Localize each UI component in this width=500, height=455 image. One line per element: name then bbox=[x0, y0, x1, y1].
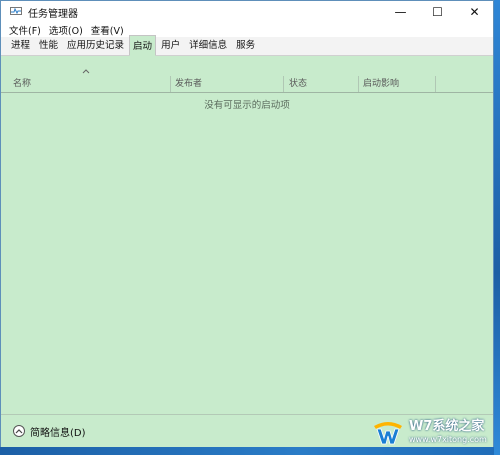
close-icon: ✕ bbox=[469, 5, 480, 19]
desktop-background bbox=[494, 0, 500, 455]
site-watermark: W7系统之家 www.w7xitong.com bbox=[371, 415, 495, 449]
window-title: 任务管理器 bbox=[28, 8, 78, 20]
column-status[interactable]: 状态 bbox=[285, 76, 357, 92]
column-startup-impact[interactable]: 启动影响 bbox=[359, 76, 435, 92]
task-manager-window: 任务管理器 — ☐ ✕ 文件(F) 选项(O) 查看(V) 进程 性能 应用历史… bbox=[0, 0, 494, 447]
minimize-icon: — bbox=[394, 5, 407, 19]
close-button[interactable]: ✕ bbox=[456, 1, 493, 23]
tab-processes[interactable]: 进程 bbox=[7, 34, 34, 55]
tab-performance[interactable]: 性能 bbox=[35, 34, 62, 55]
tab-app-history[interactable]: 应用历史记录 bbox=[63, 34, 128, 55]
maximize-icon: ☐ bbox=[432, 5, 443, 19]
title-bar[interactable]: 任务管理器 — ☐ ✕ bbox=[1, 1, 493, 23]
sort-ascending-icon[interactable] bbox=[82, 68, 90, 74]
tab-startup[interactable]: 启动 bbox=[129, 35, 157, 56]
w7-logo-icon bbox=[371, 416, 405, 448]
table-header: 名称 发布者 状态 启动影响 bbox=[1, 76, 493, 93]
tab-bar: 进程 性能 应用历史记录 启动 用户 详细信息 服务 bbox=[1, 34, 493, 56]
chevron-up-icon[interactable] bbox=[13, 425, 25, 437]
column-publisher[interactable]: 发布者 bbox=[171, 76, 281, 92]
tab-users[interactable]: 用户 bbox=[157, 34, 184, 55]
watermark-title: W7系统之家 bbox=[409, 419, 485, 434]
minimize-button[interactable]: — bbox=[382, 1, 419, 23]
empty-state-message: 没有可显示的启动项 bbox=[204, 100, 290, 111]
tab-details[interactable]: 详细信息 bbox=[185, 34, 231, 55]
tab-services[interactable]: 服务 bbox=[232, 34, 259, 55]
maximize-button[interactable]: ☐ bbox=[419, 1, 456, 23]
task-manager-icon bbox=[10, 7, 22, 17]
watermark-url: www.w7xitong.com bbox=[409, 435, 487, 444]
fewer-details-link[interactable]: 简略信息(D) bbox=[30, 424, 86, 439]
column-name[interactable]: 名称 bbox=[9, 76, 169, 92]
startup-panel: 名称 发布者 状态 启动影响 没有可显示的启动项 bbox=[1, 56, 493, 414]
